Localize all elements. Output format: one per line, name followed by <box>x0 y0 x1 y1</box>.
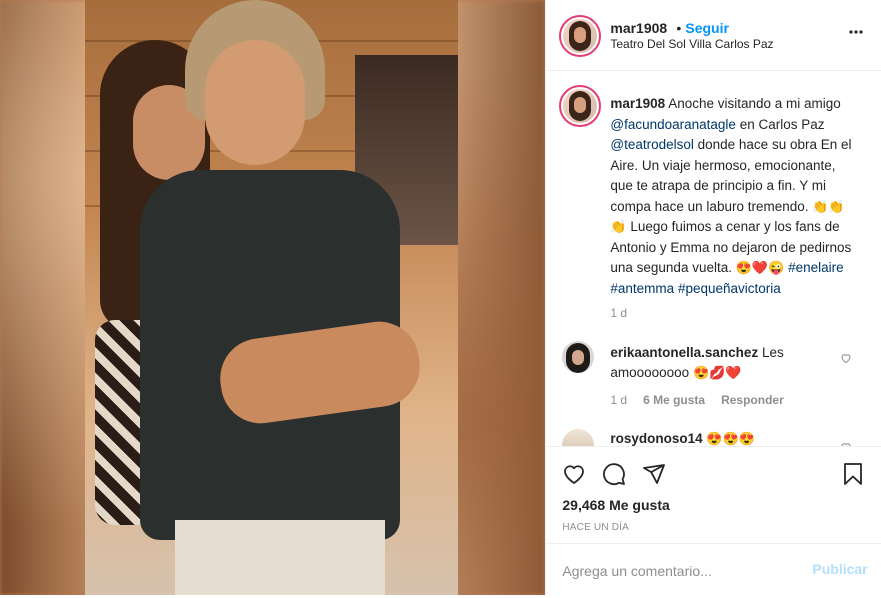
username-link[interactable]: mar1908 <box>610 20 667 36</box>
hashtag-link[interactable]: #antemma <box>610 281 674 296</box>
instagram-post-modal: mar1908 • Seguir Teatro Del Sol Villa Ca… <box>0 0 881 595</box>
post-comment-button[interactable]: Publicar <box>812 561 867 577</box>
post-photo[interactable] <box>85 0 458 595</box>
hashtag-link[interactable]: #enelaire <box>788 260 844 275</box>
emoji-group: 😍😍😍 <box>706 431 755 446</box>
comment-text: rosydonoso14 😍😍😍 <box>610 431 755 446</box>
caption-timestamp[interactable]: 1 d <box>610 306 627 320</box>
follow-button[interactable]: Seguir <box>685 20 729 36</box>
comments-list[interactable]: mar1908 Anoche visitando a mi amigo @fac… <box>546 71 881 446</box>
comment-like-heart-icon[interactable] <box>840 352 852 364</box>
mention-link[interactable]: @teatrodelsol <box>610 137 694 152</box>
comment-avatar[interactable] <box>562 429 595 446</box>
post-side-panel: mar1908 • Seguir Teatro Del Sol Villa Ca… <box>545 0 881 595</box>
hashtag-link[interactable]: #pequeñavictoria <box>678 281 781 296</box>
location-link[interactable]: Teatro Del Sol Villa Carlos Paz <box>610 37 773 51</box>
add-comment-section: Publicar <box>546 543 881 598</box>
comment-avatar[interactable] <box>562 341 595 373</box>
caption-text: en Carlos Paz <box>735 116 825 132</box>
comment-icon[interactable] <box>602 462 626 486</box>
post-date[interactable]: Hace un día <box>562 522 629 533</box>
caption-text: Anoche visitando a mi amigo <box>665 96 841 111</box>
post-header: mar1908 • Seguir Teatro Del Sol Villa Ca… <box>546 0 881 71</box>
comment-timestamp[interactable]: 1 d <box>610 393 627 407</box>
reply-button[interactable]: Responder <box>721 393 784 407</box>
more-horizontal-icon[interactable] <box>848 24 864 40</box>
man-face <box>205 40 305 165</box>
post-media[interactable] <box>0 0 546 595</box>
emoji-group: 😍💋❤️ <box>692 365 742 380</box>
emoji-group: 😍❤️😜 <box>735 260 785 275</box>
comment-username[interactable]: rosydonoso14 <box>610 431 702 446</box>
comment-text: erikaantonella.sanchez Les amoooooooo 😍💋… <box>610 345 784 380</box>
share-icon[interactable] <box>642 462 666 486</box>
caption: mar1908 Anoche visitando a mi amigo @fac… <box>610 94 860 299</box>
comment-username[interactable]: erikaantonella.sanchez <box>610 345 758 360</box>
comment-input[interactable] <box>562 561 803 581</box>
mention-link[interactable]: @facundoaranatagle <box>610 117 736 132</box>
action-bar: 29,468 Me gusta Hace un día Publicar <box>546 446 881 597</box>
caption-username[interactable]: mar1908 <box>610 96 665 111</box>
separator-dot: • <box>676 20 682 36</box>
likes-count[interactable]: 29,468 Me gusta <box>562 497 669 513</box>
bookmark-icon[interactable] <box>841 462 865 486</box>
heart-icon[interactable] <box>562 462 586 486</box>
comment-likes[interactable]: 6 Me gusta <box>643 393 705 407</box>
comment-meta: 1 d 6 Me gusta Responder <box>610 393 799 407</box>
man-pants <box>175 520 385 595</box>
